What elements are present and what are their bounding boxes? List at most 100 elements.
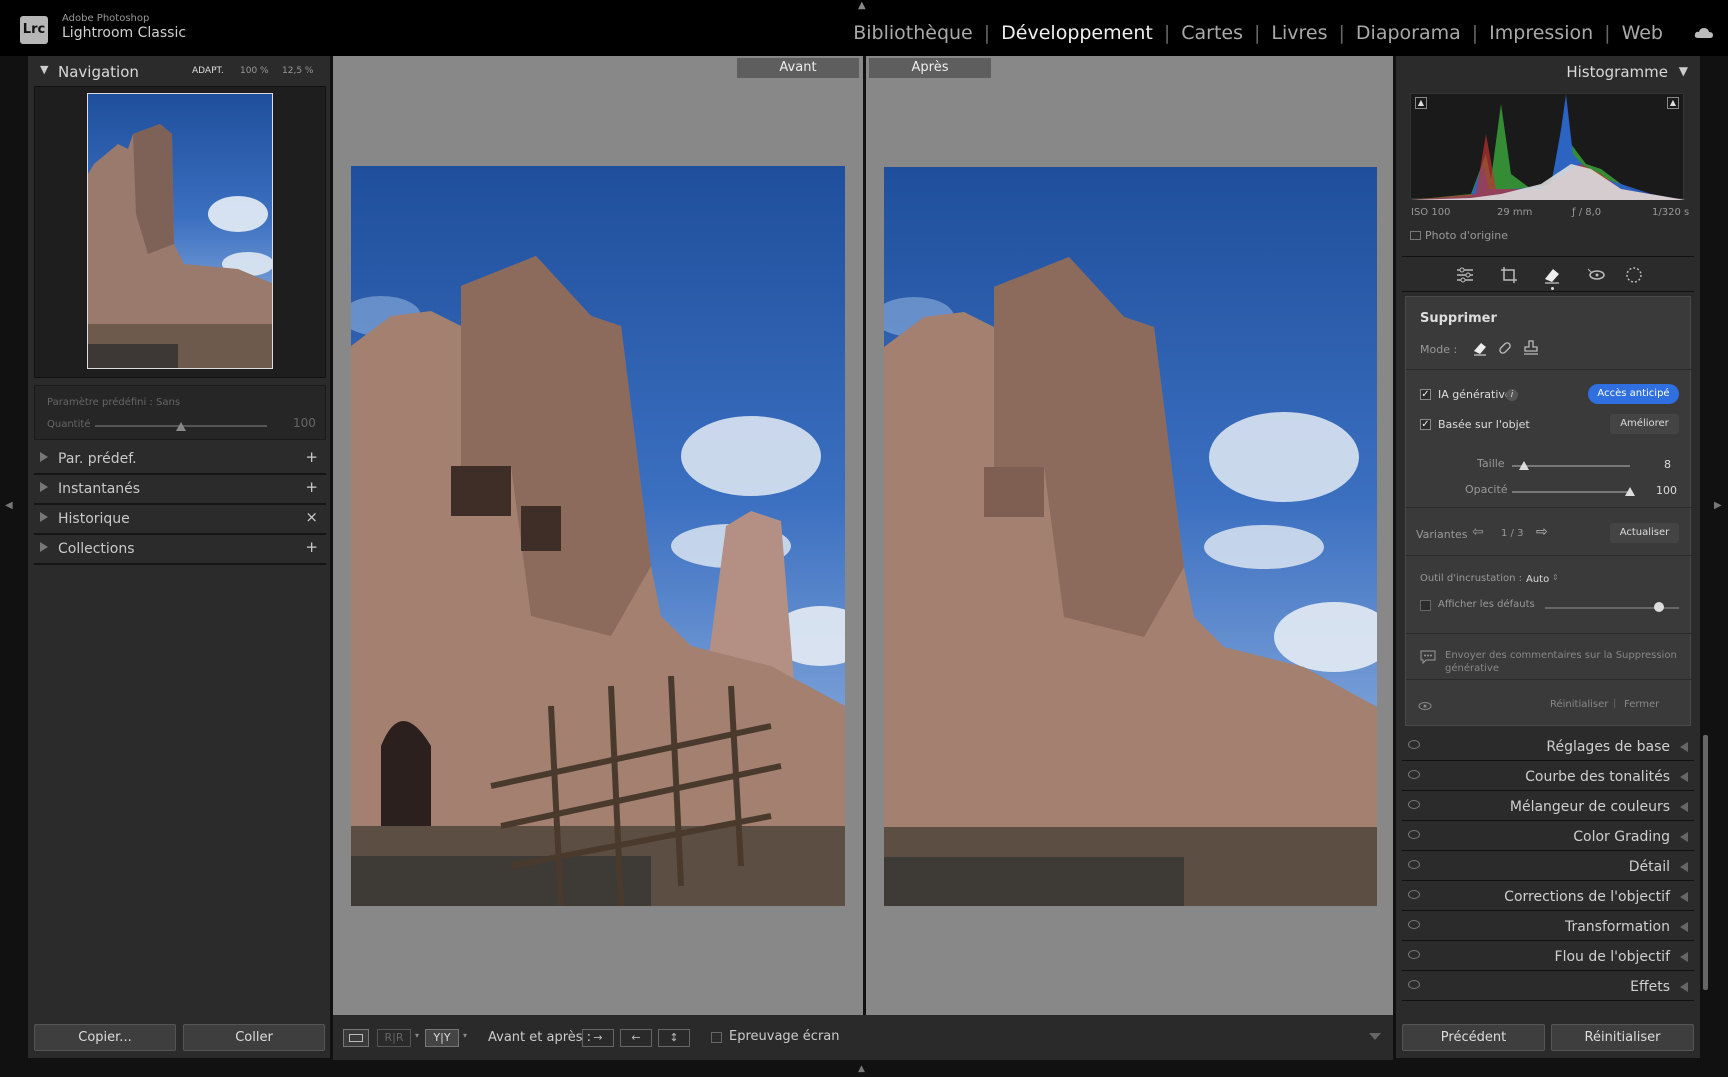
- shadow-clipping-icon[interactable]: ▲: [1415, 97, 1427, 109]
- after-photo[interactable]: [884, 167, 1377, 906]
- eye-icon[interactable]: [1408, 800, 1420, 809]
- navigator-header[interactable]: ▼ Navigation ADAPT. 100 % 12,5 %: [34, 60, 326, 84]
- section-action-icon[interactable]: +: [305, 448, 318, 466]
- clone-mode-icon[interactable]: [1523, 340, 1539, 356]
- before-photo[interactable]: [351, 166, 845, 906]
- eye-icon[interactable]: [1408, 950, 1420, 959]
- eye-icon[interactable]: [1408, 860, 1420, 869]
- eye-icon[interactable]: [1408, 770, 1420, 779]
- size-slider[interactable]: [1512, 465, 1630, 467]
- section-action-icon[interactable]: +: [305, 538, 318, 556]
- masking-icon[interactable]: [1625, 266, 1643, 284]
- heal-mode-icon[interactable]: [1497, 340, 1513, 356]
- eye-icon[interactable]: [1408, 920, 1420, 929]
- amount-slider-thumb[interactable]: [176, 422, 186, 431]
- right-section-row[interactable]: Color Grading: [1402, 824, 1694, 851]
- improve-button[interactable]: Améliorer: [1610, 414, 1679, 434]
- right-section-row[interactable]: Transformation: [1402, 914, 1694, 941]
- left-section-row[interactable]: Par. prédef. +: [34, 446, 326, 475]
- right-section-row[interactable]: Réglages de base: [1402, 734, 1694, 761]
- module-tab[interactable]: Développement: [990, 22, 1164, 44]
- module-tab[interactable]: Bibliothèque: [842, 22, 984, 44]
- eye-icon[interactable]: [1408, 830, 1420, 839]
- eye-icon[interactable]: [1408, 980, 1420, 989]
- overlay-select[interactable]: Auto: [1526, 574, 1549, 585]
- red-eye-icon[interactable]: [1587, 267, 1605, 283]
- filmstrip-grip-icon[interactable]: ▲: [858, 1064, 865, 1074]
- arrow-left-icon[interactable]: ⇦: [1472, 524, 1484, 540]
- early-access-badge[interactable]: Accès anticipé: [1588, 384, 1679, 404]
- copy-after-to-before-icon[interactable]: ←: [620, 1029, 652, 1047]
- refresh-button[interactable]: Actualiser: [1610, 523, 1679, 543]
- highlight-clipping-icon[interactable]: ▲: [1667, 97, 1679, 109]
- select-arrows-icon[interactable]: ⇕: [1552, 573, 1559, 582]
- before-after-yy-icon[interactable]: Y|Y: [425, 1029, 459, 1047]
- section-label: Réglages de base: [1546, 739, 1670, 755]
- genai-checkbox[interactable]: ✓: [1420, 389, 1431, 400]
- histogram-header[interactable]: Histogramme ▼: [1402, 60, 1694, 84]
- loupe-view-icon[interactable]: [343, 1029, 369, 1047]
- right-section-row[interactable]: Détail: [1402, 854, 1694, 881]
- size-slider-thumb[interactable]: [1518, 461, 1529, 470]
- opacity-slider[interactable]: [1512, 491, 1630, 493]
- toolbar-menu-icon[interactable]: [1369, 1033, 1381, 1040]
- edit-sliders-icon[interactable]: [1456, 267, 1474, 283]
- paste-button[interactable]: Coller: [183, 1024, 325, 1051]
- module-tab[interactable]: Impression: [1478, 22, 1604, 44]
- crop-icon[interactable]: [1500, 266, 1518, 284]
- module-tab[interactable]: Diaporama: [1345, 22, 1472, 44]
- zoom-100[interactable]: 100 %: [240, 66, 269, 76]
- remove-mode-eraser-icon[interactable]: [1472, 340, 1488, 356]
- previous-button[interactable]: Précédent: [1402, 1024, 1545, 1051]
- before-after-rr-icon[interactable]: R|R: [377, 1029, 411, 1047]
- eye-icon[interactable]: [1408, 890, 1420, 899]
- opacity-value[interactable]: 100: [1656, 484, 1677, 497]
- collapse-right-icon[interactable]: ▶: [1714, 500, 1722, 511]
- copy-before-to-after-icon[interactable]: →: [582, 1029, 614, 1047]
- right-section-row[interactable]: Mélangeur de couleurs: [1402, 794, 1694, 821]
- left-section-row[interactable]: Instantanés +: [34, 476, 326, 505]
- navigator-thumbnail[interactable]: [87, 93, 273, 369]
- section-label: Historique: [58, 511, 130, 527]
- left-section-row[interactable]: Historique ×: [34, 506, 326, 535]
- right-section-row[interactable]: Courbe des tonalités: [1402, 764, 1694, 791]
- eraser-icon[interactable]: [1543, 266, 1561, 284]
- reset-button[interactable]: Réinitialiser: [1551, 1024, 1694, 1051]
- chevron-down-icon[interactable]: ▾: [415, 1031, 419, 1040]
- histogram-graph[interactable]: ▲ ▲: [1410, 93, 1685, 200]
- chevron-down-icon[interactable]: ▾: [463, 1031, 467, 1040]
- proof-checkbox[interactable]: [711, 1032, 722, 1043]
- amount-label: Quantité: [47, 419, 91, 430]
- close-link[interactable]: Fermer: [1624, 699, 1659, 710]
- right-section-row[interactable]: Flou de l'objectif: [1402, 944, 1694, 971]
- info-icon[interactable]: i: [1506, 389, 1518, 401]
- zoom-fit[interactable]: ADAPT.: [192, 66, 224, 76]
- reset-link[interactable]: Réinitialiser: [1550, 699, 1608, 710]
- size-value[interactable]: 8: [1664, 458, 1671, 471]
- section-action-icon[interactable]: +: [305, 478, 318, 496]
- section-label: Corrections de l'objectif: [1504, 889, 1670, 905]
- feedback-icon[interactable]: [1420, 650, 1436, 664]
- copy-button[interactable]: Copier...: [34, 1024, 176, 1051]
- right-scrollbar[interactable]: [1703, 735, 1708, 990]
- left-section-row[interactable]: Collections +: [34, 536, 326, 565]
- right-section-row[interactable]: Effets: [1402, 974, 1694, 1001]
- feedback-link[interactable]: Envoyer des commentaires sur la Suppress…: [1445, 649, 1681, 675]
- cloud-sync-icon[interactable]: [1694, 27, 1714, 39]
- collapse-left-icon[interactable]: ◀: [5, 500, 13, 511]
- defects-checkbox[interactable]: [1420, 600, 1431, 611]
- swap-icon[interactable]: ↕: [658, 1029, 690, 1047]
- arrow-right-icon[interactable]: ⇨: [1536, 524, 1548, 540]
- object-aware-checkbox[interactable]: ✓: [1420, 419, 1431, 430]
- opacity-slider-thumb[interactable]: [1625, 487, 1635, 496]
- module-tab[interactable]: Cartes: [1170, 22, 1254, 44]
- right-section-row[interactable]: Corrections de l'objectif: [1402, 884, 1694, 911]
- eye-icon[interactable]: [1418, 701, 1432, 711]
- module-tab[interactable]: Web: [1611, 22, 1674, 44]
- collapse-top-icon[interactable]: ▲: [858, 0, 866, 11]
- section-action-icon[interactable]: ×: [305, 508, 318, 526]
- module-tab[interactable]: Livres: [1260, 22, 1338, 44]
- eye-icon[interactable]: [1408, 740, 1420, 749]
- zoom-custom[interactable]: 12,5 %: [282, 66, 313, 76]
- defects-slider-thumb[interactable]: [1653, 602, 1664, 612]
